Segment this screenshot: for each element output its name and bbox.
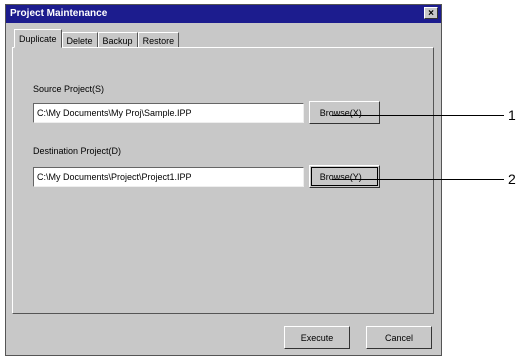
close-icon: × [428, 8, 434, 19]
project-maintenance-dialog: Project Maintenance × Duplicate Delete B… [5, 4, 442, 356]
callout-1-line [332, 115, 504, 116]
window-title: Project Maintenance [10, 8, 108, 19]
tab-duplicate[interactable]: Duplicate [14, 29, 62, 48]
tab-delete[interactable]: Delete [61, 32, 98, 48]
callout-2-number: 2 [508, 171, 516, 187]
callout-1-number: 1 [508, 107, 516, 123]
source-browse-button[interactable]: Browse(X)... [309, 101, 380, 124]
source-project-label: Source Project(S) [33, 84, 105, 94]
tab-restore[interactable]: Restore [137, 32, 180, 48]
destination-project-field[interactable]: C:\My Documents\Project\Project1.IPP [33, 167, 304, 187]
title-bar[interactable]: Project Maintenance × [6, 5, 441, 23]
tab-strip: Duplicate Delete Backup Restore [14, 29, 180, 48]
source-project-field[interactable]: C:\My Documents\My Proj\Sample.IPP [33, 103, 304, 123]
destination-project-label: Destination Project(D) [33, 146, 122, 156]
destination-browse-button[interactable]: Browse(Y)... [309, 165, 380, 188]
callout-2-line [332, 179, 504, 180]
close-button[interactable]: × [424, 7, 438, 19]
duplicate-panel: Source Project(S) C:\My Documents\My Pro… [12, 47, 434, 314]
cancel-button[interactable]: Cancel [366, 326, 432, 349]
tab-backup[interactable]: Backup [97, 32, 138, 48]
execute-button[interactable]: Execute [284, 326, 350, 349]
